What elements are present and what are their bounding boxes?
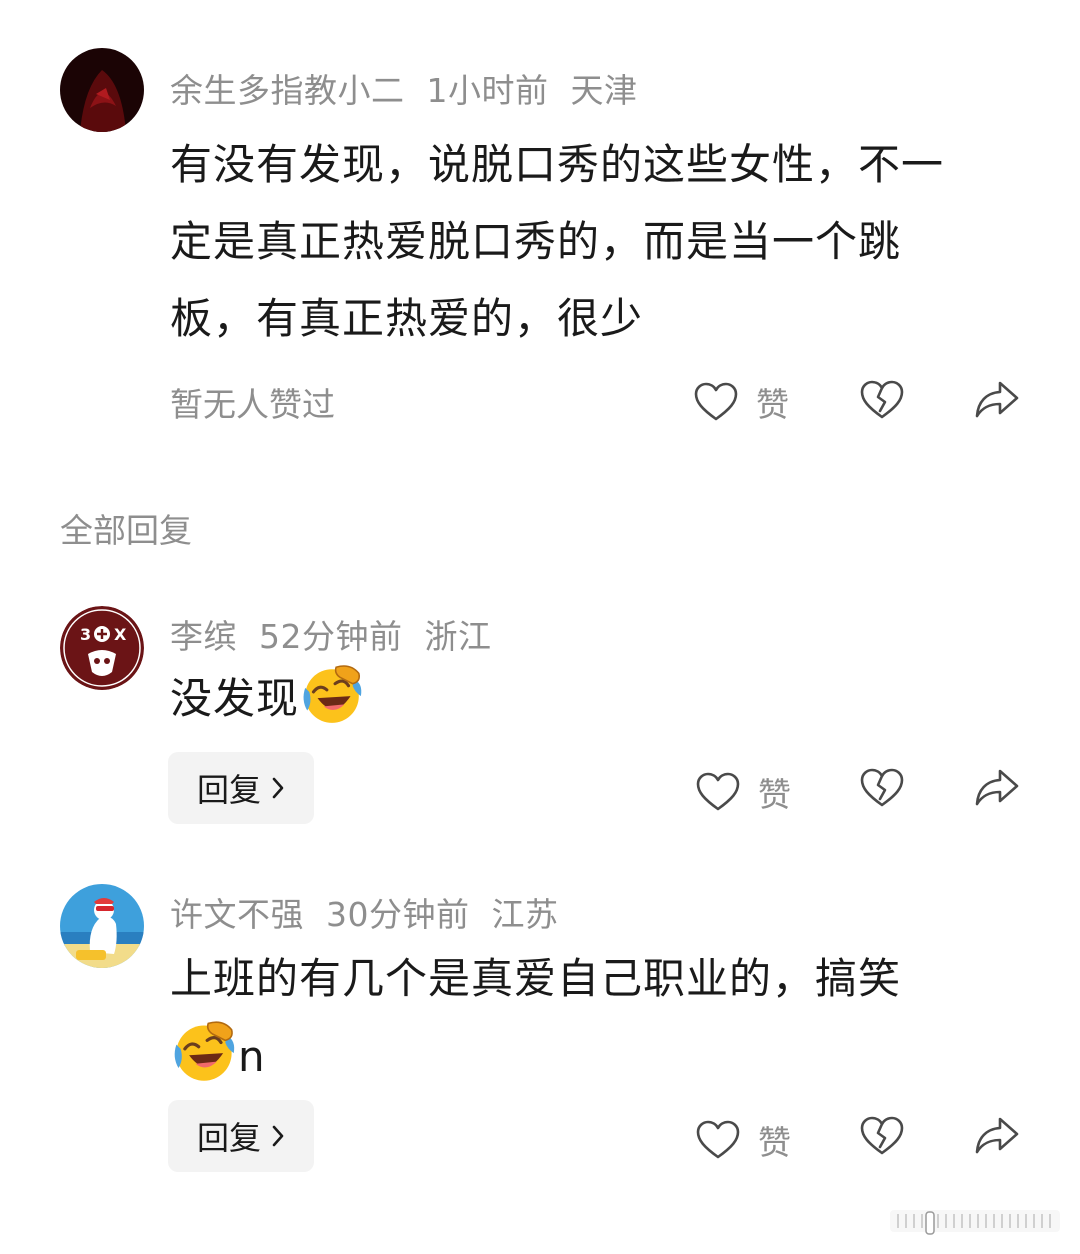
- chevron-right-icon: [272, 1125, 284, 1147]
- dislike-button[interactable]: [860, 1116, 904, 1156]
- timestamp: 52分钟前: [259, 617, 403, 656]
- reply-button[interactable]: 回复: [168, 1100, 314, 1172]
- dislike-button[interactable]: [860, 380, 904, 420]
- no-likes-text: 暂无人赞过: [170, 385, 335, 424]
- rolling-laughing-emoji-icon: [299, 661, 365, 727]
- share-arrow-icon: [974, 1116, 1020, 1156]
- location: 江苏: [491, 895, 559, 934]
- heart-outline-icon: [696, 772, 740, 812]
- share-arrow-icon: [974, 380, 1020, 420]
- user-avatar[interactable]: [60, 884, 144, 968]
- comment-text-line: 有没有发现，说脱口秀的这些女性，不一: [170, 140, 945, 189]
- broken-heart-icon: [860, 380, 904, 420]
- comment-meta: 余生多指教小二 1小时前 天津: [170, 64, 660, 112]
- reply-text-line: 上班的有几个是真爱自己职业的，搞笑: [170, 954, 902, 1003]
- broken-heart-icon: [860, 1116, 904, 1156]
- reply-button[interactable]: 回复: [168, 752, 314, 824]
- comment-text-line: 定是真正热爱脱口秀的，而是当一个跳: [170, 217, 902, 266]
- username[interactable]: 余生多指教小二: [170, 71, 405, 110]
- share-button[interactable]: [974, 380, 1020, 420]
- watermark-bar: [890, 1206, 1060, 1236]
- share-button[interactable]: [974, 1116, 1020, 1156]
- all-replies-title: 全部回复: [60, 511, 192, 550]
- user-avatar[interactable]: 3 X: [60, 606, 144, 690]
- reply-text-suffix: n: [238, 1032, 266, 1081]
- share-arrow-icon: [974, 768, 1020, 808]
- svg-text:X: X: [114, 625, 127, 644]
- reply-meta: 许文不强 30分钟前 江苏: [170, 888, 581, 936]
- timestamp: 30分钟前: [326, 895, 470, 934]
- like-label: 赞: [758, 1123, 791, 1162]
- reply-text-body: 没发现: [170, 674, 300, 723]
- like-button[interactable]: 赞: [696, 768, 791, 816]
- like-label: 赞: [756, 385, 789, 424]
- reply-meta: 李缤 52分钟前 浙江: [170, 610, 514, 658]
- location: 天津: [570, 71, 638, 110]
- reply-button-label: 回复: [196, 1119, 261, 1157]
- heart-outline-icon: [694, 382, 738, 422]
- like-label: 赞: [758, 775, 791, 814]
- reply-text: 没发现: [170, 660, 365, 737]
- share-button[interactable]: [974, 768, 1020, 808]
- comment-text: 有没有发现，说脱口秀的这些女性，不一 定是真正热爱脱口秀的，而是当一个跳 板，有…: [170, 126, 944, 357]
- comment-text-line: 板，有真正热爱的，很少: [170, 294, 644, 343]
- username[interactable]: 许文不强: [170, 895, 304, 934]
- broken-heart-icon: [860, 768, 904, 808]
- svg-text:3: 3: [80, 625, 91, 644]
- username[interactable]: 李缤: [170, 617, 237, 656]
- rolling-laughing-emoji-icon: [170, 1017, 238, 1085]
- chevron-right-icon: [272, 777, 284, 799]
- user-avatar[interactable]: [60, 48, 144, 132]
- like-button[interactable]: 赞: [694, 378, 789, 426]
- timestamp: 1小时前: [426, 71, 549, 110]
- dislike-button[interactable]: [860, 768, 904, 808]
- heart-outline-icon: [696, 1120, 740, 1160]
- reply-text: 上班的有几个是真爱自己职业的，搞笑 n: [170, 940, 901, 1095]
- location: 浙江: [424, 617, 492, 656]
- like-button[interactable]: 赞: [696, 1116, 791, 1164]
- reply-button-label: 回复: [196, 771, 261, 809]
